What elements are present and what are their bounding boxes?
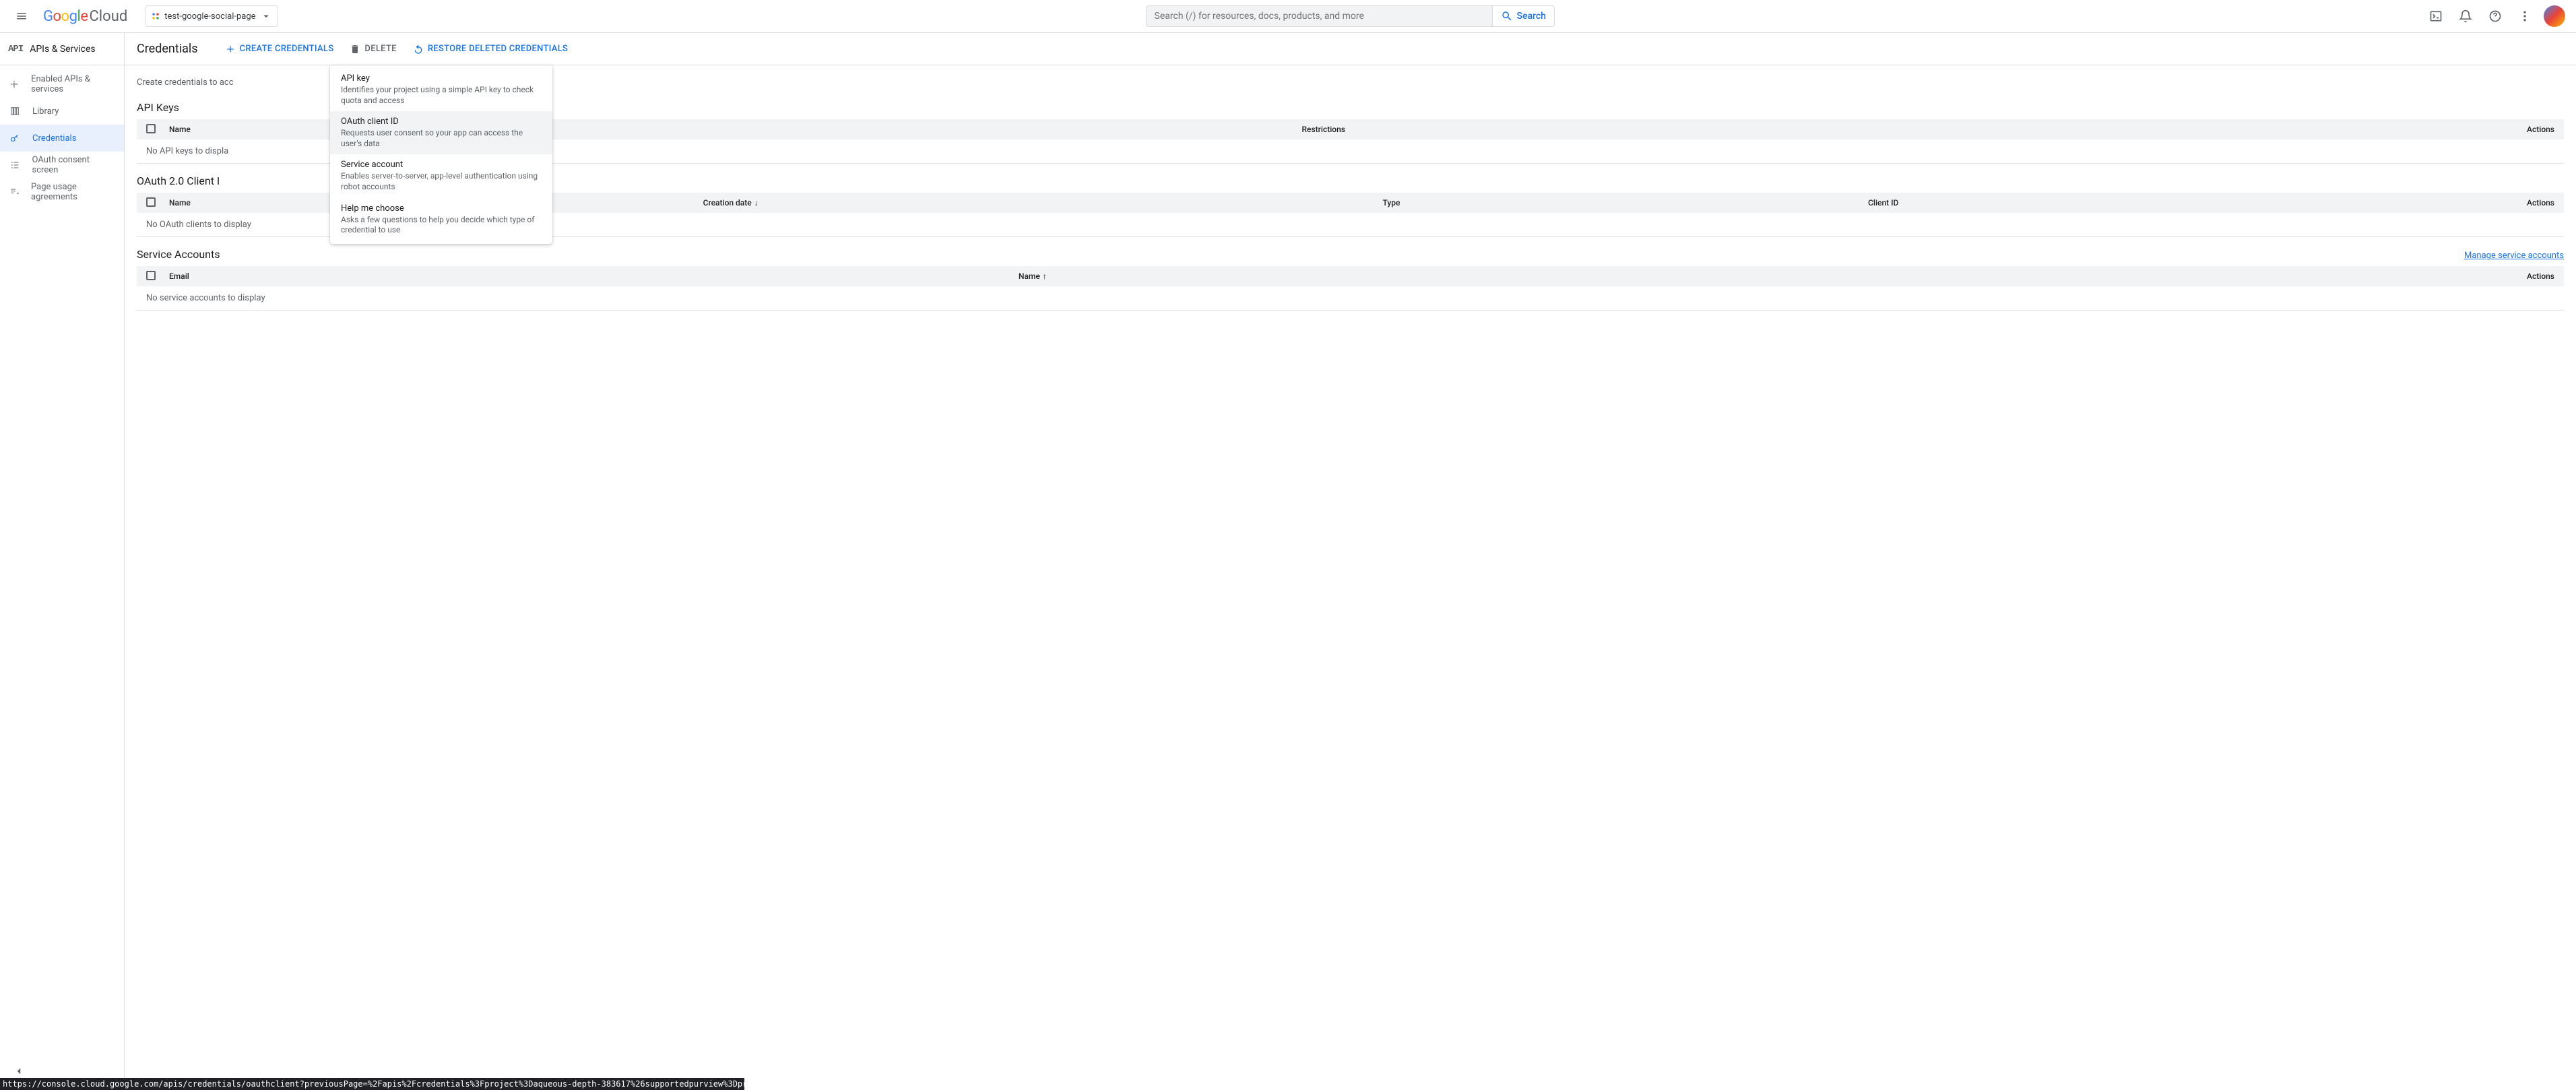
- search-button-label: Search: [1517, 11, 1546, 22]
- dropdown-item-desc: Identifies your project using a simple A…: [341, 85, 542, 106]
- col-actions: Actions: [2510, 193, 2564, 213]
- help-button[interactable]: [2482, 3, 2509, 30]
- trash-icon: [350, 44, 360, 55]
- key-icon: [8, 133, 22, 143]
- arrow-up-icon: ↑: [1043, 271, 1047, 281]
- header-utilities: [2422, 3, 2571, 30]
- google-cloud-logo[interactable]: Google Cloud: [38, 8, 133, 25]
- restore-icon: [413, 44, 424, 55]
- plus-icon: [225, 44, 236, 55]
- col-restrictions[interactable]: Restrictions: [1297, 119, 2511, 139]
- dropdown-item-title: OAuth client ID: [341, 117, 542, 127]
- more-vert-icon: [2518, 9, 2532, 23]
- dropdown-item-desc: Asks a few questions to help you decide …: [341, 215, 542, 236]
- chevron-down-icon: [260, 10, 272, 22]
- service-accounts-table: Email Name↑ Actions No service accounts …: [137, 266, 2564, 311]
- create-credentials-dropdown: API key Identifies your project using a …: [330, 65, 552, 244]
- sidebar-item-label: Enabled APIs & services: [31, 74, 116, 94]
- sidebar: API APIs & Services Enabled APIs & servi…: [0, 33, 125, 1090]
- sidebar-item-label: Library: [32, 106, 59, 117]
- select-all-checkbox[interactable]: [146, 271, 156, 280]
- select-all-checkbox[interactable]: [146, 124, 156, 133]
- sidebar-title: APIs & Services: [30, 44, 95, 55]
- restore-button[interactable]: RESTORE DELETED CREDENTIALS: [413, 44, 568, 55]
- dropdown-item-title: Service account: [341, 160, 542, 170]
- col-type[interactable]: Type: [1377, 193, 1863, 213]
- notifications-button[interactable]: [2452, 3, 2479, 30]
- more-options-button[interactable]: [2511, 3, 2538, 30]
- col-email[interactable]: Email: [164, 266, 1013, 286]
- cloud-label: Cloud: [89, 8, 127, 25]
- search-box[interactable]: [1146, 5, 1493, 27]
- restore-label: RESTORE DELETED CREDENTIALS: [428, 44, 568, 54]
- sidebar-item-label: Credentials: [32, 133, 76, 143]
- sidebar-item-label: OAuth consent screen: [32, 155, 116, 175]
- consent-icon: [8, 160, 22, 170]
- search-button[interactable]: Search: [1493, 5, 1555, 27]
- api-badge: API: [8, 44, 23, 55]
- top-header: Google Cloud test-google-social-page Sea…: [0, 0, 2576, 32]
- dropdown-item-help-choose[interactable]: Help me choose Asks a few questions to h…: [330, 198, 552, 241]
- dropdown-item-title: Help me choose: [341, 203, 542, 214]
- sidebar-item-enabled-apis[interactable]: Enabled APIs & services: [0, 71, 124, 98]
- dropdown-item-service-account[interactable]: Service account Enables server-to-server…: [330, 154, 552, 197]
- sidebar-header[interactable]: API APIs & Services: [0, 33, 124, 65]
- delete-label: DELETE: [364, 44, 396, 54]
- create-credentials-label: CREATE CREDENTIALS: [240, 44, 334, 54]
- agreements-icon: [8, 187, 20, 197]
- dropdown-item-desc: Enables server-to-server, app-level auth…: [341, 171, 542, 192]
- help-icon: [2488, 9, 2502, 23]
- service-accounts-title: Service Accounts: [137, 248, 220, 261]
- select-all-checkbox[interactable]: [146, 197, 156, 207]
- chevron-left-icon: [13, 1065, 25, 1077]
- manage-service-accounts-link[interactable]: Manage service accounts: [2464, 251, 2564, 261]
- dropdown-item-desc: Requests user consent so your app can ac…: [341, 128, 542, 149]
- search-container: Search: [278, 5, 2422, 27]
- col-creation-date[interactable]: Creation date↓: [698, 193, 1378, 213]
- col-client-id[interactable]: Client ID: [1863, 193, 2510, 213]
- sidebar-item-credentials[interactable]: Credentials: [0, 125, 124, 152]
- enabled-apis-icon: [8, 79, 20, 90]
- dropdown-item-api-key[interactable]: API key Identifies your project using a …: [330, 68, 552, 111]
- status-bar-url: https://console.cloud.google.com/apis/cr…: [0, 1078, 744, 1090]
- dropdown-item-oauth-client[interactable]: OAuth client ID Requests user consent so…: [330, 111, 552, 154]
- col-actions: Actions: [2510, 266, 2564, 286]
- oauth-title: OAuth 2.0 Client I: [137, 174, 220, 187]
- main-content: Credentials CREATE CREDENTIALS DELETE RE…: [125, 33, 2576, 1090]
- col-name[interactable]: Name↑: [1013, 266, 2510, 286]
- sidebar-item-page-usage[interactable]: Page usage agreements: [0, 179, 124, 205]
- page-header: Credentials CREATE CREDENTIALS DELETE RE…: [125, 33, 2576, 65]
- arrow-down-icon: ↓: [754, 198, 759, 207]
- col-actions: Actions: [2510, 119, 2564, 139]
- project-name: test-google-social-page: [164, 11, 255, 22]
- terminal-icon: [2429, 9, 2443, 23]
- sidebar-item-library[interactable]: Library: [0, 98, 124, 125]
- search-icon: [1501, 10, 1513, 22]
- account-avatar[interactable]: [2544, 5, 2565, 27]
- project-selector[interactable]: test-google-social-page: [145, 5, 278, 27]
- create-credentials-button[interactable]: CREATE CREDENTIALS: [225, 44, 334, 55]
- cloud-shell-button[interactable]: [2422, 3, 2449, 30]
- dropdown-item-title: API key: [341, 73, 542, 84]
- search-input[interactable]: [1155, 11, 1484, 22]
- bell-icon: [2459, 9, 2472, 23]
- nav-menu-button[interactable]: [5, 0, 38, 32]
- project-icon: [151, 11, 160, 21]
- delete-button[interactable]: DELETE: [350, 44, 396, 55]
- service-empty: No service accounts to display: [137, 286, 2564, 311]
- google-logo-text: Google: [43, 8, 88, 25]
- sidebar-item-label: Page usage agreements: [31, 182, 116, 202]
- sidebar-item-oauth-consent[interactable]: OAuth consent screen: [0, 152, 124, 179]
- api-keys-title: API Keys: [137, 101, 179, 114]
- page-title: Credentials: [137, 42, 198, 56]
- hamburger-icon: [15, 10, 28, 22]
- library-icon: [8, 106, 22, 117]
